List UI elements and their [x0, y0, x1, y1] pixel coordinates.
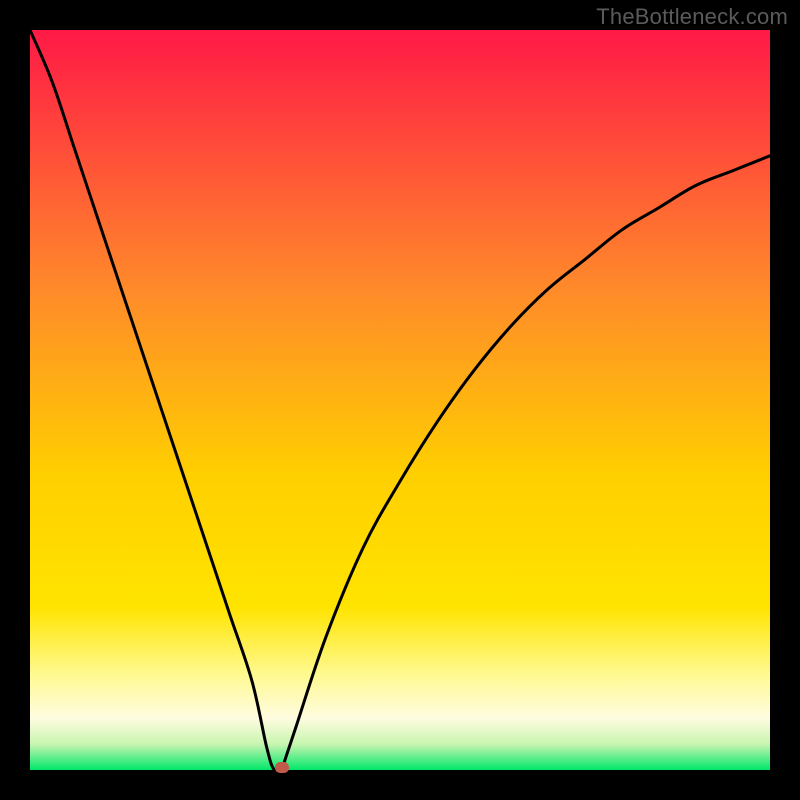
optimum-marker	[275, 762, 289, 773]
watermark-text: TheBottleneck.com	[596, 4, 788, 30]
plot-area	[30, 30, 770, 770]
curve-path	[30, 30, 770, 770]
chart-frame: TheBottleneck.com	[0, 0, 800, 800]
bottleneck-curve	[30, 30, 770, 770]
